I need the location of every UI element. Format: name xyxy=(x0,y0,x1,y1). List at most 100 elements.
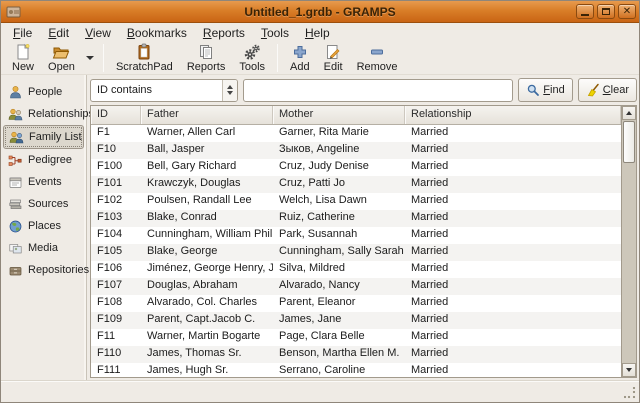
sidebar-item-media[interactable]: Media xyxy=(3,237,84,259)
open-button[interactable]: Open xyxy=(41,42,82,74)
menu-reports[interactable]: Reports xyxy=(195,24,253,42)
scrollbar-thumb[interactable] xyxy=(623,121,635,163)
reports-button[interactable]: Reports xyxy=(180,42,233,74)
titlebar[interactable]: Untitled_1.grdb - GRAMPS ✕ xyxy=(1,1,639,23)
table-cell: Married xyxy=(405,159,621,176)
scroll-down-button[interactable] xyxy=(622,363,636,377)
table-cell: Warner, Martin Bogarte xyxy=(141,329,273,346)
app-window: Untitled_1.grdb - GRAMPS ✕ File Edit Vie… xyxy=(0,0,640,403)
sidebar-item-sources[interactable]: Sources xyxy=(3,193,84,215)
tools-button[interactable]: Tools xyxy=(232,42,272,74)
table-row[interactable]: F111James, Hugh Sr.Serrano, CarolineMarr… xyxy=(91,363,621,377)
menu-view[interactable]: View xyxy=(77,24,119,42)
table-cell: Douglas, Abraham xyxy=(141,278,273,295)
table-cell: Married xyxy=(405,125,621,142)
table-cell: Parent, Capt.Jacob C. xyxy=(141,312,273,329)
family-list-table: ID Father Mother Relationship F1Warner, … xyxy=(90,105,637,378)
find-button[interactable]: Find xyxy=(518,78,572,102)
filter-field-value: ID contains xyxy=(91,84,222,96)
remove-minus-icon xyxy=(368,43,386,61)
clipboard-icon xyxy=(135,43,153,61)
table-cell: Married xyxy=(405,346,621,363)
table-cell: Blake, George xyxy=(141,244,273,261)
table-row[interactable]: F10Ball, JasperЗыков, AngelineMarried xyxy=(91,142,621,159)
filter-field-combobox[interactable]: ID contains xyxy=(90,79,238,102)
minimize-button[interactable] xyxy=(576,4,594,19)
column-header-relationship[interactable]: Relationship xyxy=(405,106,621,124)
sidebar-item-people[interactable]: People xyxy=(3,81,84,103)
table-cell: Parent, Eleanor xyxy=(273,295,405,312)
menu-bookmarks[interactable]: Bookmarks xyxy=(119,24,195,42)
sidebar-item-events[interactable]: Events xyxy=(3,171,84,193)
new-button[interactable]: New xyxy=(5,42,41,74)
table-row[interactable]: F102Poulsen, Randall LeeWelch, Lisa Dawn… xyxy=(91,193,621,210)
column-header-id[interactable]: ID xyxy=(91,106,141,124)
menu-help[interactable]: Help xyxy=(297,24,338,42)
table-cell: Ruiz, Catherine xyxy=(273,210,405,227)
table-cell: Bell, Gary Richard xyxy=(141,159,273,176)
content-panel: ID contains Find xyxy=(87,75,639,380)
table-row[interactable]: F106Jiménez, George Henry, Jr.Silva, Mil… xyxy=(91,261,621,278)
table-cell: Ball, Jasper xyxy=(141,142,273,159)
table-cell: Married xyxy=(405,278,621,295)
sidebar-label: Places xyxy=(28,220,61,232)
edit-label: Edit xyxy=(324,61,343,73)
sidebar: People Relationships Family List xyxy=(1,75,87,380)
table-cell: Married xyxy=(405,312,621,329)
table-row[interactable]: F109Parent, Capt.Jacob C.James, JaneMarr… xyxy=(91,312,621,329)
table-cell: Cruz, Patti Jo xyxy=(273,176,405,193)
table-cell: Serrano, Caroline xyxy=(273,363,405,377)
table-row[interactable]: F103Blake, ConradRuiz, CatherineMarried xyxy=(91,210,621,227)
two-people-icon xyxy=(8,107,23,122)
sidebar-item-places[interactable]: Places xyxy=(3,215,84,237)
table-row[interactable]: F1Warner, Allen CarlGarner, Rita MarieMa… xyxy=(91,125,621,142)
search-icon xyxy=(526,83,540,97)
menu-edit[interactable]: Edit xyxy=(40,24,77,42)
add-plus-icon xyxy=(291,43,309,61)
close-button[interactable]: ✕ xyxy=(618,4,636,19)
add-button[interactable]: Add xyxy=(283,42,317,74)
archive-icon xyxy=(8,263,23,278)
clear-button[interactable]: Clear xyxy=(578,78,637,102)
table-cell: Зыков, Angeline xyxy=(273,142,405,159)
sidebar-item-relationships[interactable]: Relationships xyxy=(3,103,84,125)
vertical-scrollbar[interactable] xyxy=(621,106,636,377)
table-body: F1Warner, Allen CarlGarner, Rita MarieMa… xyxy=(91,125,621,377)
menu-file[interactable]: File xyxy=(5,24,40,42)
sidebar-label: Family List xyxy=(29,131,82,143)
menu-tools[interactable]: Tools xyxy=(253,24,297,42)
table-row[interactable]: F11Warner, Martin BogartePage, Clara Bel… xyxy=(91,329,621,346)
maximize-button[interactable] xyxy=(597,4,615,19)
arrow-down-icon xyxy=(626,368,632,372)
table-cell: Silva, Mildred xyxy=(273,261,405,278)
sidebar-item-repositories[interactable]: Repositories xyxy=(3,259,84,281)
table-row[interactable]: F105Blake, GeorgeCunningham, Sally Sarah… xyxy=(91,244,621,261)
scratchpad-button[interactable]: ScratchPad xyxy=(109,42,180,74)
table-cell: Blake, Conrad xyxy=(141,210,273,227)
table-row[interactable]: F101Krawczyk, DouglasCruz, Patti JoMarri… xyxy=(91,176,621,193)
chevron-down-icon xyxy=(86,56,94,60)
scroll-up-button[interactable] xyxy=(622,106,636,120)
column-header-mother[interactable]: Mother xyxy=(273,106,405,124)
edit-button[interactable]: Edit xyxy=(317,42,350,74)
reports-label: Reports xyxy=(187,61,226,73)
search-input[interactable] xyxy=(243,79,513,102)
maximize-icon xyxy=(602,8,610,15)
table-cell: Park, Susannah xyxy=(273,227,405,244)
sidebar-item-pedigree[interactable]: Pedigree xyxy=(3,149,84,171)
open-dropdown-button[interactable] xyxy=(82,42,98,74)
table-row[interactable]: F100Bell, Gary RichardCruz, Judy DeniseM… xyxy=(91,159,621,176)
remove-button[interactable]: Remove xyxy=(350,42,405,74)
app-icon xyxy=(6,5,21,19)
sidebar-item-family-list[interactable]: Family List xyxy=(3,125,84,149)
table-row[interactable]: F108Alvarado, Col. CharlesParent, Eleano… xyxy=(91,295,621,312)
table-row[interactable]: F107Douglas, AbrahamAlvarado, NancyMarri… xyxy=(91,278,621,295)
table-row[interactable]: F110James, Thomas Sr.Benson, Martha Elle… xyxy=(91,346,621,363)
resize-grip[interactable] xyxy=(624,387,636,399)
column-header-father[interactable]: Father xyxy=(141,106,273,124)
table-cell: F11 xyxy=(91,329,141,346)
sidebar-label: People xyxy=(28,86,62,98)
table-cell: Married xyxy=(405,261,621,278)
table-cell: F106 xyxy=(91,261,141,278)
table-row[interactable]: F104Cunningham, William PhilipPark, Susa… xyxy=(91,227,621,244)
